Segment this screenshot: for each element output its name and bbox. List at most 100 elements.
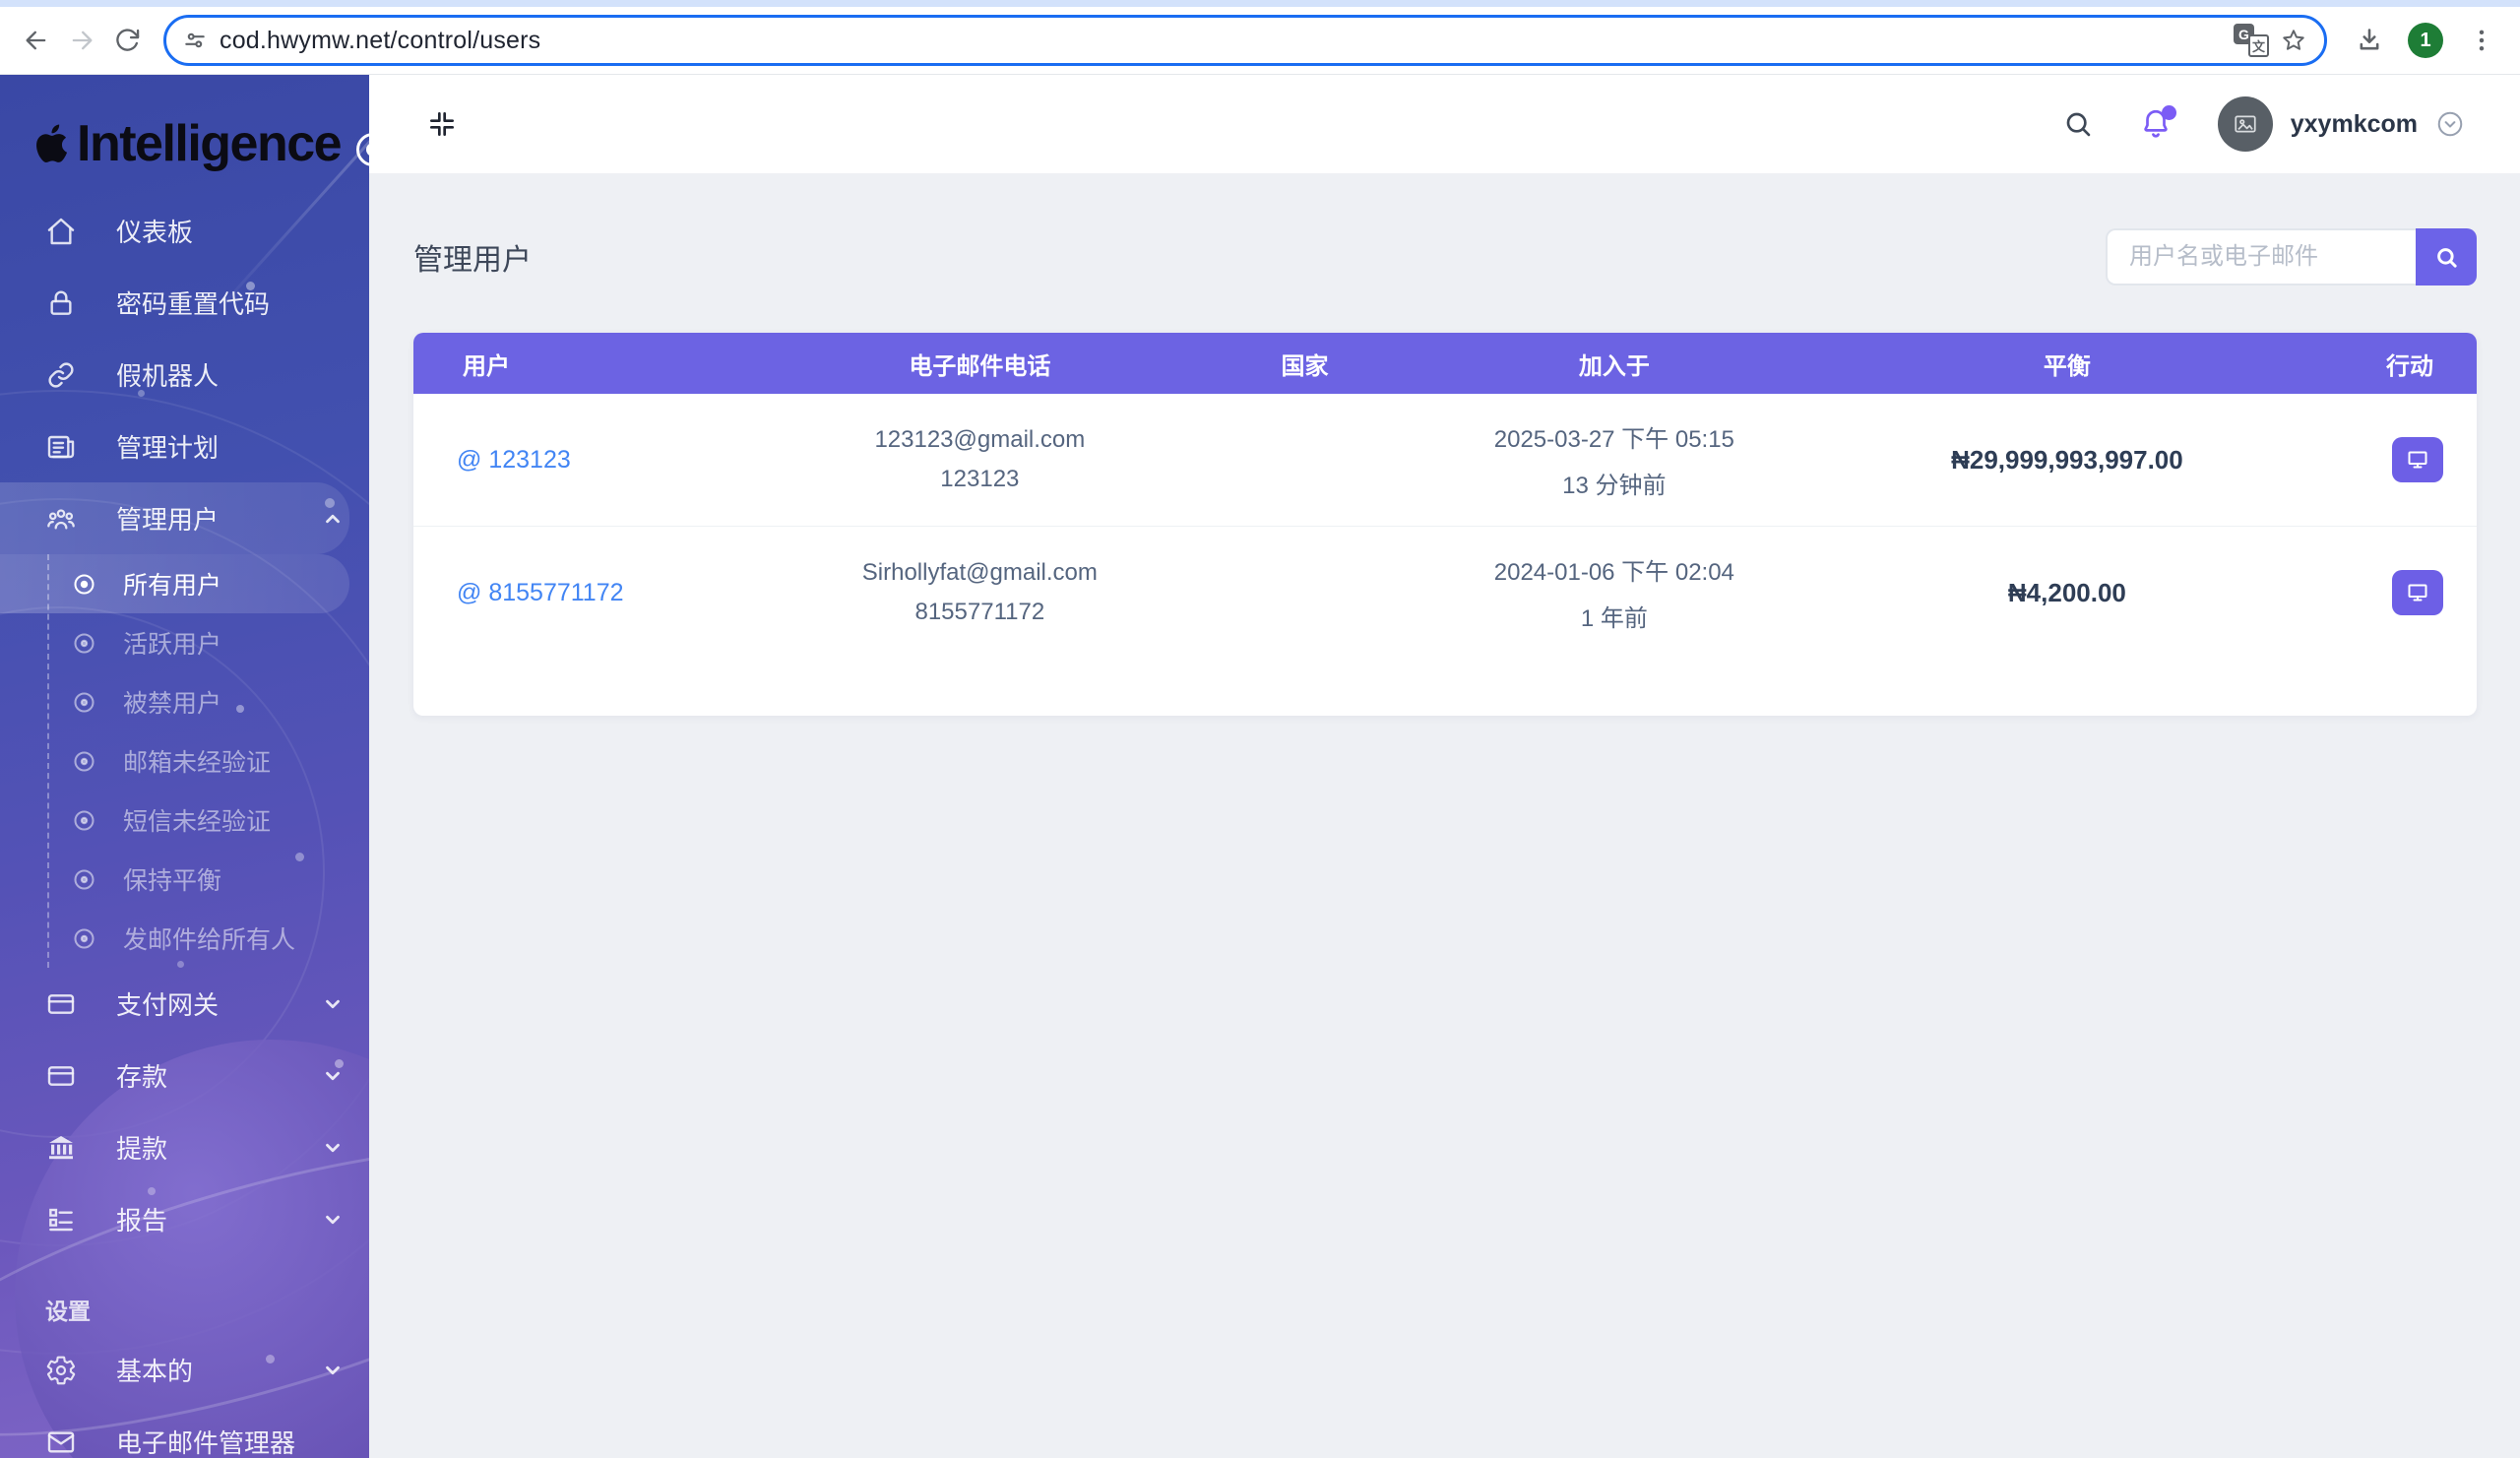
sidebar-item-manage-users[interactable]: 管理用户	[0, 482, 349, 554]
chevron-down-icon	[322, 1065, 344, 1087]
forward-icon	[59, 18, 104, 63]
col-header-joined: 加入于	[1408, 333, 1821, 394]
submenu-item-email-all[interactable]: 发邮件给所有人	[0, 909, 369, 968]
submenu-item-label: 发邮件给所有人	[123, 926, 296, 954]
submenu-item-label: 被禁用户	[123, 690, 222, 718]
link-icon	[45, 359, 77, 391]
collapse-sidebar-icon[interactable]	[426, 108, 458, 140]
browser-profile-avatar[interactable]: 1	[2408, 23, 2443, 58]
sidebar-item-payment-gateway[interactable]: 支付网关	[0, 968, 369, 1040]
mail-icon	[45, 1426, 77, 1458]
users-table-card: 用户 电子邮件电话 国家 加入于 平衡 行动 @ 123123 123123@g…	[413, 333, 2477, 716]
notifications-bell-icon[interactable]	[2139, 105, 2176, 141]
settings-section-label: 设置	[45, 1299, 91, 1324]
submenu-item-label: 邮箱未经验证	[123, 749, 272, 777]
user-email: Sirhollyfat@gmail.com	[861, 559, 1098, 586]
search-icon[interactable]	[2062, 108, 2094, 140]
sidebar-item-label: 假机器人	[116, 361, 220, 391]
gear-icon	[45, 1355, 77, 1386]
submenu-item-sms-unverified[interactable]: 短信未经验证	[0, 791, 369, 850]
view-user-button[interactable]	[2392, 437, 2443, 482]
sidebar-item-label: 密码重置代码	[116, 289, 271, 319]
col-header-user: 用户	[413, 333, 759, 394]
chevron-down-icon	[322, 1360, 344, 1381]
monitor-icon	[2406, 448, 2429, 472]
sidebar-toggle-icon[interactable]	[356, 133, 369, 166]
users-table: 用户 电子邮件电话 国家 加入于 平衡 行动 @ 123123 123123@g…	[413, 333, 2477, 659]
user-search-input[interactable]	[2106, 228, 2416, 285]
report-icon	[45, 1204, 77, 1236]
sidebar-item-label: 报告	[116, 1206, 168, 1236]
notification-badge	[2161, 105, 2176, 120]
user-phone: 8155771172	[914, 599, 1045, 625]
brand-logo: Intelligence	[0, 75, 369, 169]
circle-dot-icon	[71, 689, 97, 716]
main-area: yxymkcom 管理用户 用户名或电子邮件 用户 电子邮件电话 国家 加入于 …	[369, 75, 2520, 1458]
submenu-item-banned-users[interactable]: 被禁用户	[0, 672, 369, 731]
search-submit-button[interactable]	[2416, 228, 2477, 285]
refresh-icon[interactable]	[104, 18, 150, 63]
joined-date: 2024-01-06 下午 02:04	[1493, 559, 1734, 586]
sidebar-item-email-manager[interactable]: 电子邮件管理器	[0, 1406, 369, 1458]
user-menu[interactable]: yxymkcom	[2217, 96, 2465, 152]
submenu-item-email-unverified[interactable]: 邮箱未经验证	[0, 731, 369, 791]
users-icon	[45, 503, 77, 535]
sidebar-item-label: 电子邮件管理器	[116, 1428, 296, 1458]
user-balance: ₦4,200.00	[2007, 577, 2126, 607]
chevron-down-circle-icon	[2435, 109, 2465, 139]
bookmark-star-icon[interactable]	[2281, 28, 2306, 53]
circle-dot-icon	[71, 571, 97, 598]
chevron-down-icon	[322, 1137, 344, 1159]
submenu-item-label: 活跃用户	[123, 631, 222, 659]
home-icon	[45, 216, 77, 247]
browser-toolbar: cod.hwymw.net/control/users 1	[0, 7, 2520, 75]
translate-icon[interactable]	[2234, 24, 2269, 57]
sidebar-item-fake-bots[interactable]: 假机器人	[0, 339, 369, 411]
sidebar-item-basic-settings[interactable]: 基本的	[0, 1334, 369, 1406]
table-row: @ 8155771172 Sirhollyfat@gmail.com 81557…	[413, 526, 2477, 660]
brand-name: Intelligence	[77, 115, 343, 172]
browser-window-strip	[0, 0, 2520, 7]
sidebar-item-label: 管理用户	[116, 505, 220, 535]
submenu-item-with-balance[interactable]: 保持平衡	[0, 850, 369, 909]
back-icon[interactable]	[14, 18, 59, 63]
sidebar-item-dashboard[interactable]: 仪表板	[0, 195, 369, 267]
user-profile-link[interactable]: @ 8155771172	[457, 579, 624, 606]
submenu-item-all-users[interactable]: 所有用户	[0, 554, 349, 613]
submenu-item-active-users[interactable]: 活跃用户	[0, 613, 369, 672]
sidebar-item-withdrawals[interactable]: 提款	[0, 1111, 369, 1183]
table-footer-spacer	[413, 659, 2477, 716]
joined-ago: 1 年前	[1580, 605, 1648, 632]
sidebar-item-password-reset[interactable]: 密码重置代码	[0, 267, 369, 339]
circle-dot-icon	[71, 925, 97, 952]
circle-dot-icon	[71, 866, 97, 893]
app-topbar: yxymkcom	[369, 75, 2520, 173]
sidebar-item-label: 基本的	[116, 1357, 194, 1386]
url-text[interactable]: cod.hwymw.net/control/users	[220, 27, 2222, 55]
chevron-down-icon	[322, 993, 344, 1015]
address-bar[interactable]: cod.hwymw.net/control/users	[163, 15, 2327, 66]
joined-ago: 13 分钟前	[1562, 473, 1667, 499]
site-settings-icon[interactable]	[182, 28, 208, 53]
user-email: 123123@gmail.com	[874, 426, 1086, 453]
submenu-item-label: 保持平衡	[123, 867, 222, 895]
circle-dot-icon	[71, 807, 97, 834]
page-title: 管理用户	[413, 244, 532, 277]
chevron-down-icon	[322, 1209, 344, 1231]
user-profile-link[interactable]: @ 123123	[457, 446, 571, 474]
sidebar-item-manage-plans[interactable]: 管理计划	[0, 411, 369, 482]
user-country	[1202, 527, 1409, 660]
apple-logo-icon	[26, 118, 77, 169]
user-avatar	[2217, 96, 2273, 152]
plans-icon	[45, 431, 77, 463]
view-user-button[interactable]	[2392, 570, 2443, 615]
browser-menu-dots-icon[interactable]	[2459, 18, 2504, 63]
user-country	[1202, 394, 1409, 527]
download-icon[interactable]	[2347, 18, 2392, 63]
bank-icon	[45, 1132, 77, 1164]
col-header-country: 国家	[1201, 333, 1409, 394]
credit-card-icon	[45, 1060, 77, 1092]
sidebar-item-deposits[interactable]: 存款	[0, 1040, 369, 1111]
sidebar-item-label: 支付网关	[116, 990, 220, 1020]
sidebar-item-reports[interactable]: 报告	[0, 1183, 369, 1255]
